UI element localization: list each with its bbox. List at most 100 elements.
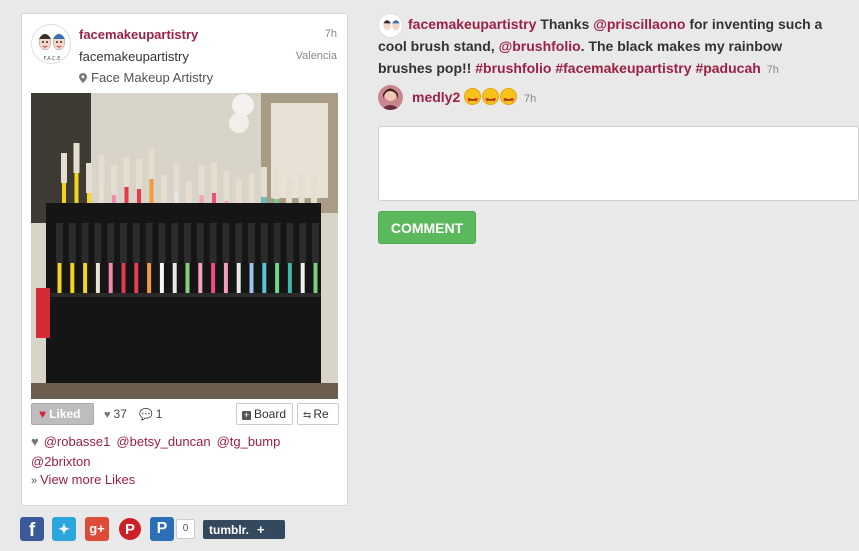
brush-head <box>145 223 153 263</box>
mention-link[interactable]: @priscillaono <box>593 16 685 32</box>
liked-button[interactable]: ♥ Liked <box>31 403 94 425</box>
brush-handle <box>147 263 152 293</box>
liker-link[interactable]: @tg_bump <box>217 434 281 449</box>
view-more-likes-link[interactable]: » View more Likes <box>31 472 135 487</box>
repost-label: Re <box>313 407 329 421</box>
emoji-group <box>464 88 522 112</box>
commenter-avatar[interactable] <box>378 13 403 38</box>
mention-link[interactable]: @brushfolio <box>499 38 581 54</box>
map-pin-icon <box>79 73 87 83</box>
user-photo-icon <box>378 85 403 110</box>
heart-outline-icon: ♥ <box>104 409 111 421</box>
comment-input[interactable] <box>378 126 859 201</box>
board-label: Board <box>254 407 287 421</box>
brush-head <box>184 223 191 263</box>
brush-handle <box>121 263 126 293</box>
comments-count-value: 1 <box>155 407 163 421</box>
post-photo[interactable] <box>31 93 338 399</box>
tumblr-share-button[interactable]: tumblr. + <box>203 520 285 539</box>
brush-head <box>136 159 142 189</box>
pocket-icon[interactable]: P <box>150 517 174 541</box>
brush-handle <box>262 263 267 293</box>
liker-link[interactable]: @betsy_duncan <box>116 434 210 449</box>
caption-fragment: Thanks <box>540 16 594 32</box>
repost-button[interactable]: ⇆ Re <box>297 403 339 425</box>
brush-head <box>299 223 307 263</box>
brush-head <box>120 223 127 263</box>
board-button[interactable]: + Board <box>236 403 293 425</box>
post-location[interactable]: Face Makeup Artistry <box>79 70 213 85</box>
brush-head <box>235 223 243 263</box>
brush-handle <box>300 263 305 293</box>
liked-label: Liked <box>49 407 81 421</box>
double-chevron-icon: » <box>31 475 38 487</box>
heart-icon: ♥ <box>31 434 39 449</box>
brush-head <box>171 223 179 263</box>
brush-head <box>286 223 294 263</box>
comment-button[interactable]: COMMENT <box>378 211 476 244</box>
brush-head <box>86 163 92 193</box>
brush-handle <box>108 263 113 293</box>
brush-head <box>98 155 105 185</box>
brush-head <box>260 223 268 263</box>
tumblr-label: tumblr. <box>209 523 250 537</box>
post-location-label: Face Makeup Artistry <box>91 70 214 85</box>
brush-head <box>273 223 281 263</box>
comment-username[interactable]: medly2 <box>412 89 460 105</box>
brush-handle <box>211 263 216 293</box>
post-fullname: facemakeupartistry <box>79 49 189 64</box>
brush-head <box>223 171 230 201</box>
brush-head <box>81 223 89 263</box>
mention-link[interactable]: #facemakeupartistry <box>555 60 691 76</box>
post-city: Valencia <box>295 50 337 62</box>
plus-icon: + <box>257 522 265 537</box>
comment-username[interactable]: facemakeupartistry <box>408 16 536 32</box>
liker-link[interactable]: @2brixton <box>31 454 90 469</box>
roll-label <box>36 288 50 338</box>
brush-handle <box>275 263 280 293</box>
heart-eyes-emoji <box>500 88 518 112</box>
brush-head <box>248 223 255 263</box>
speech-bubble-icon: 💬 <box>139 409 153 421</box>
brush-handle <box>172 263 177 293</box>
mention-link[interactable]: #paducah <box>695 60 760 76</box>
twitter-icon[interactable]: ✦ <box>52 517 76 541</box>
brush-handle <box>287 263 292 293</box>
brush-head <box>273 169 280 199</box>
mention-link[interactable]: #brushfolio <box>475 60 551 76</box>
post-actions: ♥ Liked ♥ 37 💬 1 + Board ⇆ Re <box>31 403 339 425</box>
brush-head <box>298 173 305 203</box>
user-avatar[interactable]: F.A.C.E <box>31 24 71 64</box>
brush-head <box>61 153 67 183</box>
brush-head <box>107 223 115 263</box>
brush-head <box>94 223 102 263</box>
likes-count[interactable]: ♥ 37 <box>104 407 127 421</box>
brush-head <box>73 143 80 173</box>
repost-icon: ⇆ <box>303 410 312 421</box>
heart-eyes-emoji <box>482 88 500 112</box>
brush-head <box>312 223 319 263</box>
comment-time: 7h <box>524 93 537 105</box>
facebook-icon[interactable]: f <box>20 517 44 541</box>
brush-head <box>56 223 63 263</box>
share-count: 0 <box>176 519 195 539</box>
brush-handle <box>223 263 228 293</box>
pinterest-icon[interactable]: P <box>118 517 142 541</box>
post-username[interactable]: facemakeupartistry <box>79 27 198 42</box>
brush-handle <box>198 263 203 293</box>
liker-link[interactable]: @robasse1 <box>44 434 111 449</box>
comments-count[interactable]: 💬 1 <box>139 407 162 421</box>
brush-handle <box>134 263 139 293</box>
commenter-avatar[interactable] <box>378 85 403 110</box>
heart-eyes-emoji <box>464 88 482 112</box>
caption-text: facemakeupartistry Thanks @priscillaono … <box>378 13 838 81</box>
google-plus-icon[interactable]: g+ <box>85 517 109 541</box>
brush-head <box>111 165 117 195</box>
likers-list: ♥ @robasse1 @betsy_duncan @tg_bump @2brixton <box>31 432 331 472</box>
brush-head <box>248 173 255 203</box>
brush-head <box>173 163 180 193</box>
brush-head <box>311 177 317 207</box>
brush-head <box>211 163 217 193</box>
brush-head <box>196 223 204 263</box>
comment-time: 7h <box>766 64 779 76</box>
